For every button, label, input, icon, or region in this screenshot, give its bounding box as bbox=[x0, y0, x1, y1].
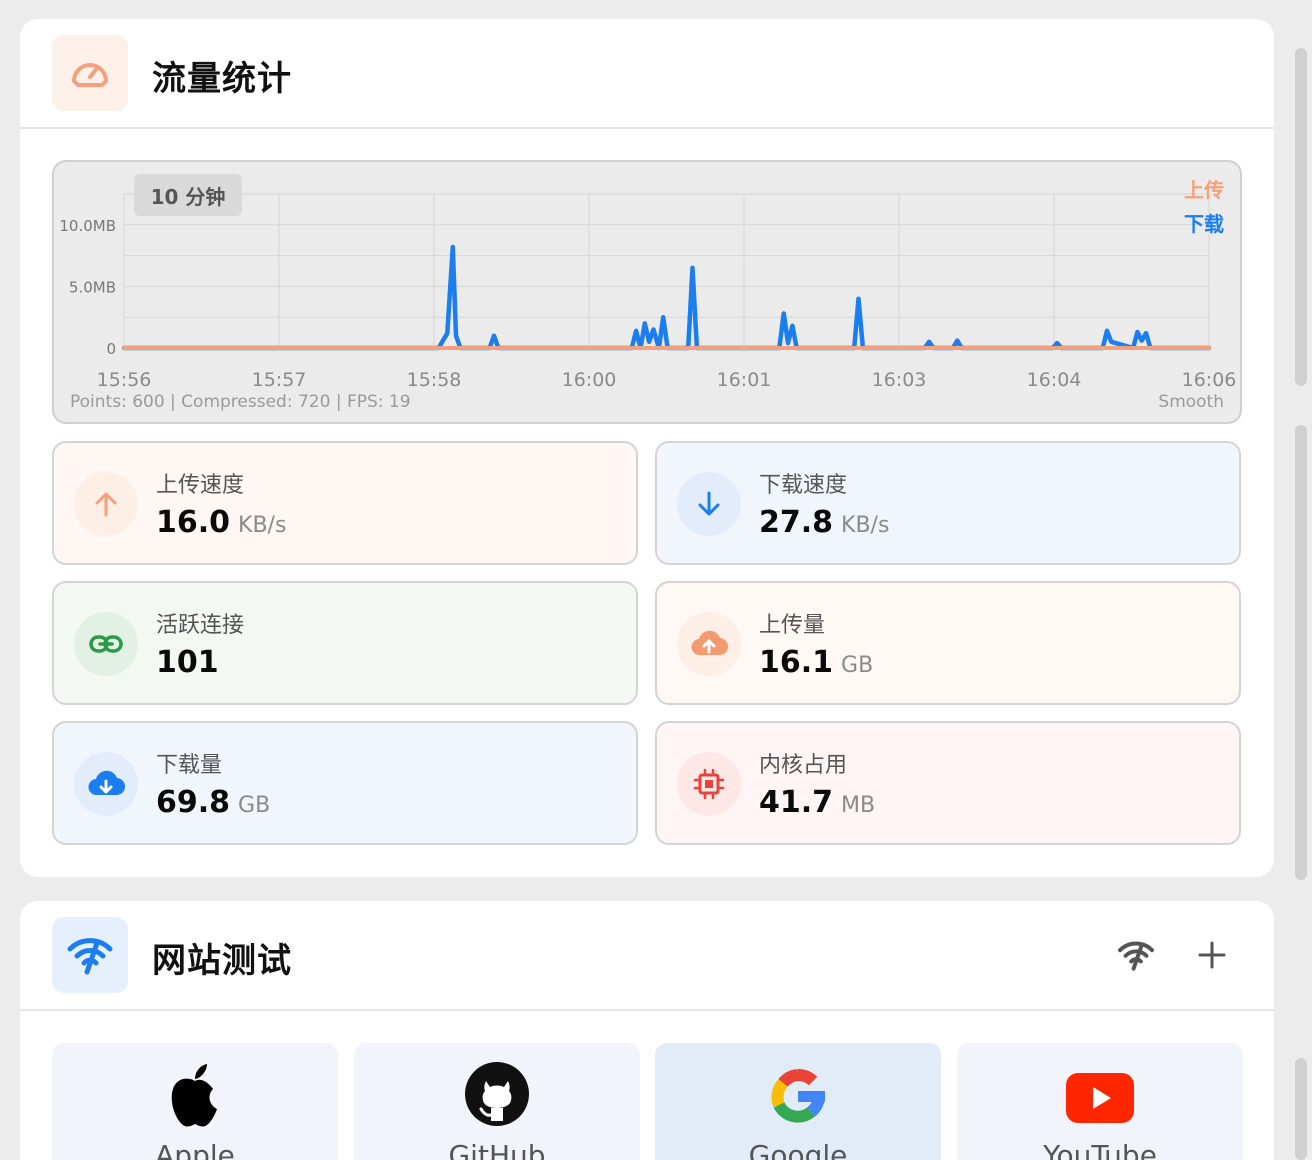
stat-label: 上传量 bbox=[759, 613, 826, 638]
stat-kernel-memory: 内核占用 41.7 MB bbox=[655, 721, 1241, 845]
x-tick-label: 16:01 bbox=[717, 369, 772, 391]
x-tick-label: 16:00 bbox=[562, 369, 617, 391]
series-line-download bbox=[121, 244, 1212, 351]
stat-download-total: 下载量 69.8 GB bbox=[52, 721, 638, 845]
stat-unit: MB bbox=[841, 793, 876, 818]
stat-unit: KB/s bbox=[238, 513, 287, 538]
x-tick-label: 16:06 bbox=[1182, 369, 1237, 391]
site-test-card-title: 网站测试 bbox=[152, 941, 292, 981]
stat-value: 16.0 KB/s bbox=[156, 505, 287, 540]
wifi-test-icon bbox=[52, 917, 128, 993]
stat-label: 上传速度 bbox=[156, 473, 245, 498]
y-tick-label: 5.0MB bbox=[69, 278, 116, 296]
scrollbar-thumb[interactable] bbox=[1295, 48, 1307, 386]
site-tile-google[interactable]: Google bbox=[655, 1043, 941, 1160]
traffic-chart: 10.0MB 5.0MB 0 15:56 15:57 15:58 16:00 16:01 16:… bbox=[52, 160, 1242, 424]
stat-label: 活跃连接 bbox=[156, 613, 245, 638]
stat-upload-total: 上传量 16.1 GB bbox=[655, 581, 1241, 705]
y-tick-label: 0 bbox=[106, 340, 116, 358]
traffic-card-header: 流量统计 bbox=[20, 19, 1274, 127]
x-tick-label: 15:57 bbox=[252, 369, 307, 391]
x-tick-label: 15:58 bbox=[407, 369, 462, 391]
stat-value: 101 bbox=[156, 645, 219, 680]
stat-active-connections[interactable]: 活跃连接 101 bbox=[52, 581, 638, 705]
legend-download[interactable]: 下载 bbox=[1184, 208, 1224, 237]
site-test-card-divider bbox=[20, 1009, 1274, 1011]
site-name: GitHub bbox=[448, 1139, 546, 1160]
stat-unit: KB/s bbox=[841, 513, 890, 538]
stat-unit: GB bbox=[238, 793, 271, 818]
youtube-icon bbox=[957, 1073, 1243, 1123]
stat-label: 下载速度 bbox=[759, 473, 848, 498]
apple-icon bbox=[52, 1061, 338, 1131]
arrow-up-icon bbox=[74, 472, 138, 536]
scrollbar-thumb-lower[interactable] bbox=[1295, 425, 1307, 880]
site-name: Google bbox=[748, 1139, 848, 1160]
site-tile-apple[interactable]: Apple bbox=[52, 1043, 338, 1160]
stat-value: 69.8 GB bbox=[156, 785, 271, 820]
github-icon bbox=[354, 1061, 640, 1127]
legend-upload[interactable]: 上传 bbox=[1184, 174, 1224, 203]
time-range-selector[interactable]: 10 分钟 bbox=[134, 174, 242, 216]
stat-value: 27.8 KB/s bbox=[759, 505, 890, 540]
x-tick-label: 15:56 bbox=[97, 369, 152, 391]
chip-icon bbox=[677, 752, 741, 816]
x-tick-label: 16:04 bbox=[1027, 369, 1082, 391]
traffic-card-divider bbox=[20, 127, 1274, 129]
stat-value: 16.1 GB bbox=[759, 645, 874, 680]
test-all-button[interactable] bbox=[1114, 933, 1158, 977]
site-tile-youtube[interactable]: YouTube bbox=[957, 1043, 1243, 1160]
y-tick-label: 10.0MB bbox=[59, 217, 116, 235]
google-icon bbox=[655, 1061, 941, 1131]
traffic-stats-card: 流量统计 10.0MB 5.0MB 0 15:56 15:57 15:58 16:00 16:… bbox=[20, 19, 1274, 877]
stat-download-speed: 下载速度 27.8 KB/s bbox=[655, 441, 1241, 565]
stat-upload-speed: 上传速度 16.0 KB/s bbox=[52, 441, 638, 565]
stat-value: 41.7 MB bbox=[759, 785, 876, 820]
site-name: Apple bbox=[155, 1139, 235, 1160]
site-tile-github[interactable]: GitHub bbox=[354, 1043, 640, 1160]
traffic-card-title: 流量统计 bbox=[152, 59, 292, 99]
stat-label: 内核占用 bbox=[759, 753, 848, 778]
stat-label: 下载量 bbox=[156, 753, 223, 778]
chart-render-mode: Smooth bbox=[1158, 392, 1224, 412]
arrow-down-icon bbox=[677, 472, 741, 536]
x-tick-label: 16:03 bbox=[872, 369, 927, 391]
link-icon bbox=[74, 612, 138, 676]
scrollbar-thumb-bottom[interactable] bbox=[1295, 1058, 1307, 1160]
plus-icon bbox=[1198, 941, 1226, 969]
speedometer-icon bbox=[52, 35, 128, 111]
stat-unit: GB bbox=[841, 653, 874, 678]
chart-debug-info: Points: 600 | Compressed: 720 | FPS: 19 bbox=[70, 392, 411, 412]
site-name: YouTube bbox=[1043, 1139, 1157, 1160]
site-test-card-header: 网站测试 bbox=[20, 901, 1274, 1009]
add-site-button[interactable] bbox=[1190, 933, 1234, 977]
cloud-download-icon bbox=[74, 752, 138, 816]
cloud-upload-icon bbox=[677, 612, 741, 676]
wifi-test-icon bbox=[1118, 941, 1154, 971]
